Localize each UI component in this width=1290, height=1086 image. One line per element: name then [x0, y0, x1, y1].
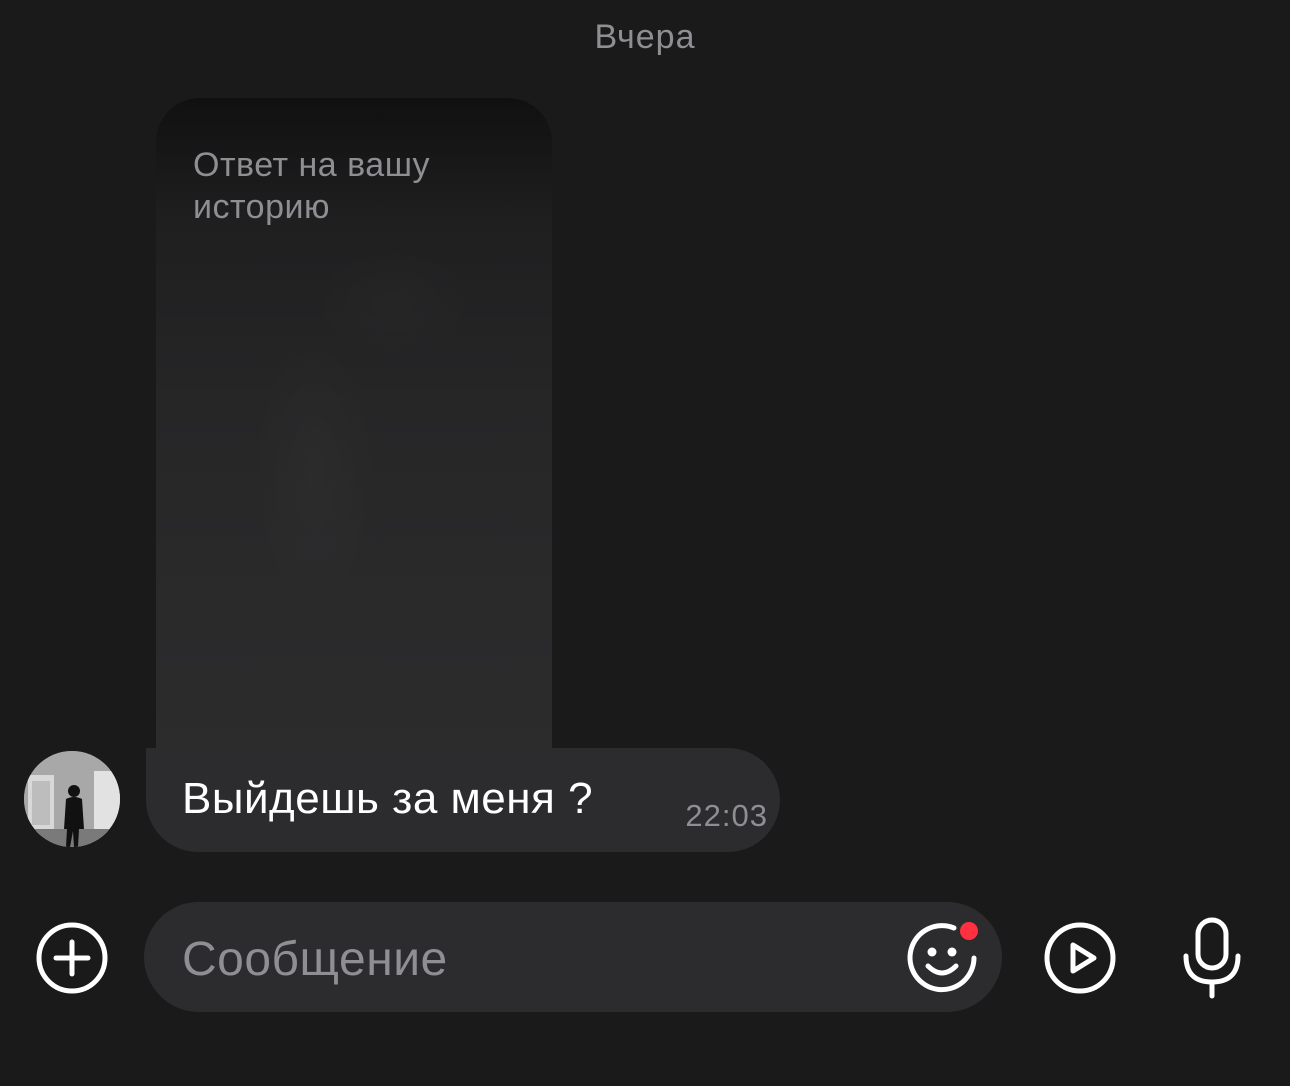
avatar-image: [24, 751, 120, 847]
notification-dot: [960, 922, 978, 940]
plus-circle-icon: [36, 922, 108, 994]
message-time: 22:03: [685, 798, 768, 833]
chat-screen: Вчера Ответ на вашу историю Выйдешь за м…: [0, 0, 1290, 1086]
story-reply-preview[interactable]: Ответ на вашу историю: [156, 98, 552, 778]
voice-button[interactable]: [1178, 916, 1246, 1000]
message-input-placeholder: Сообщение: [182, 933, 448, 986]
message-composer: Сообщение: [0, 900, 1290, 1012]
message-bubble[interactable]: Выйдешь за меня ? 22:03: [146, 748, 780, 852]
message-input[interactable]: Сообщение: [144, 902, 1002, 1012]
avatar[interactable]: [24, 751, 120, 847]
message-row: Выйдешь за меня ? 22:03: [24, 748, 824, 854]
add-button[interactable]: [34, 920, 110, 996]
play-circle-icon: [1044, 922, 1116, 994]
date-separator: Вчера: [594, 18, 696, 56]
message-text: Выйдешь за меня ?: [182, 774, 594, 823]
sticker-button[interactable]: [904, 920, 980, 996]
microphone-icon: [1183, 917, 1241, 999]
video-button[interactable]: [1042, 920, 1118, 996]
story-reply-label: Ответ на вашу историю: [193, 146, 430, 226]
